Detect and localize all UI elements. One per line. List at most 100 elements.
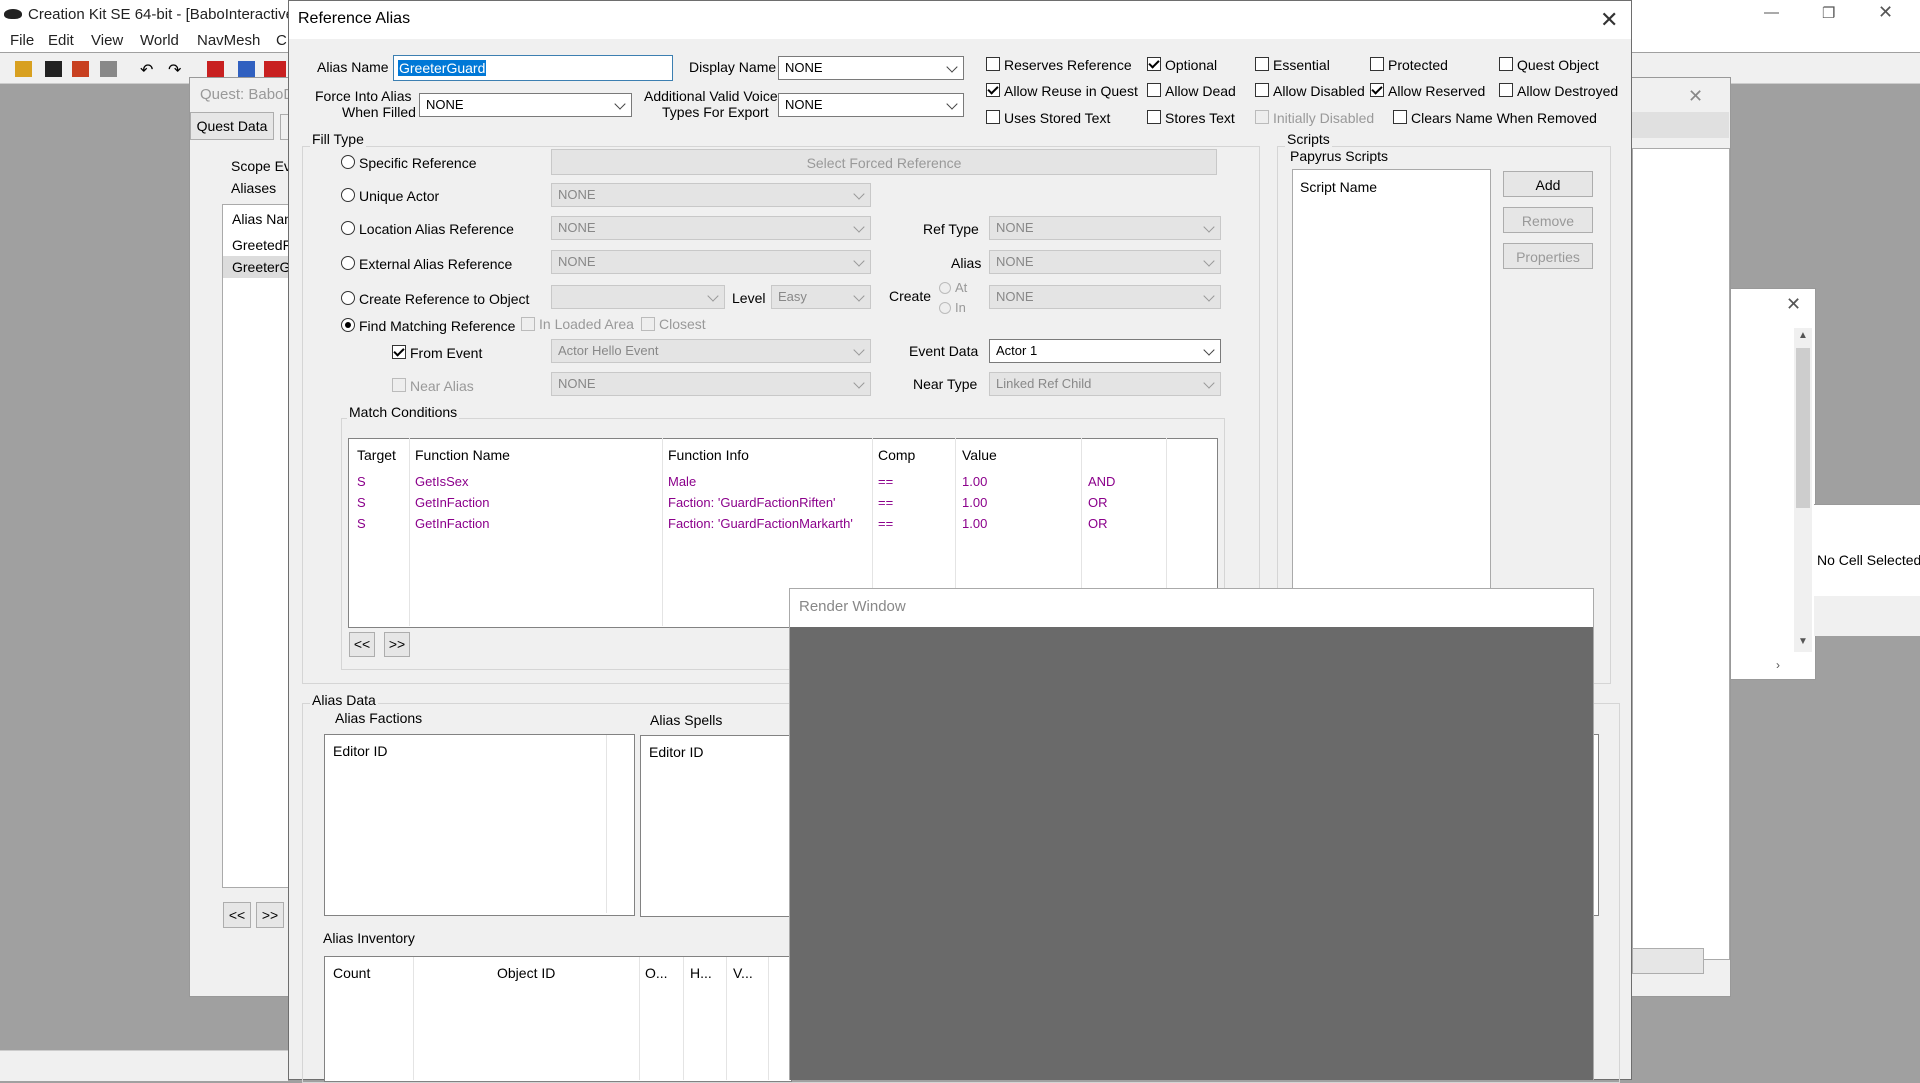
inventory-col-count[interactable]: Count bbox=[333, 965, 370, 981]
scroll-down-icon[interactable]: ▼ bbox=[1798, 636, 1808, 647]
menu-world[interactable]: World bbox=[140, 32, 179, 49]
external-alias-select[interactable]: NONE bbox=[551, 250, 871, 274]
create-at-radio[interactable] bbox=[939, 282, 951, 294]
event-data-select[interactable]: Actor 1 bbox=[989, 339, 1221, 363]
reserves-reference-checkbox[interactable] bbox=[986, 57, 1000, 71]
create-in-radio[interactable] bbox=[939, 302, 951, 314]
cond-function[interactable]: GetIsSex bbox=[415, 474, 468, 489]
display-name-select[interactable]: NONE bbox=[778, 56, 964, 80]
script-list[interactable] bbox=[1292, 169, 1491, 591]
open-icon[interactable] bbox=[15, 61, 32, 77]
essential-checkbox[interactable] bbox=[1255, 57, 1269, 71]
external-alias-radio[interactable] bbox=[341, 256, 355, 270]
redo-icon[interactable]: ↷ bbox=[168, 60, 181, 80]
alias-select[interactable]: NONE bbox=[989, 250, 1221, 274]
menu-more[interactable]: C bbox=[276, 32, 287, 49]
cond-info[interactable]: Faction: 'GuardFactionRiften' bbox=[668, 495, 836, 510]
alias-list[interactable] bbox=[222, 204, 290, 888]
quest-prev-button[interactable]: << bbox=[223, 902, 251, 928]
create-select[interactable]: NONE bbox=[989, 285, 1221, 309]
render-viewport[interactable] bbox=[790, 627, 1593, 1080]
initially-disabled-checkbox[interactable] bbox=[1255, 110, 1269, 124]
cond-comp[interactable]: == bbox=[878, 495, 893, 510]
near-type-select[interactable]: Linked Ref Child bbox=[989, 372, 1221, 396]
col-function-info[interactable]: Function Info bbox=[668, 447, 749, 463]
allow-disabled-checkbox[interactable] bbox=[1255, 83, 1269, 97]
uses-stored-text-checkbox[interactable] bbox=[986, 110, 1000, 124]
col-target[interactable]: Target bbox=[357, 447, 396, 463]
alias-factions-list[interactable] bbox=[324, 734, 635, 916]
script-properties-button[interactable]: Properties bbox=[1503, 243, 1593, 269]
alias-list-item[interactable]: GreeterG bbox=[232, 259, 290, 275]
level-select[interactable]: Easy bbox=[771, 285, 871, 309]
alias-spells-list[interactable] bbox=[640, 735, 792, 917]
find-matching-radio[interactable] bbox=[341, 318, 355, 332]
alias-list-item[interactable]: GreetedF bbox=[232, 237, 291, 253]
menu-edit[interactable]: Edit bbox=[48, 32, 74, 49]
menu-navmesh[interactable]: NavMesh bbox=[197, 32, 260, 49]
cond-target[interactable]: S bbox=[357, 474, 366, 489]
force-into-select[interactable]: NONE bbox=[419, 93, 632, 117]
remove-script-button[interactable]: Remove bbox=[1503, 207, 1593, 233]
select-forced-reference-button[interactable]: Select Forced Reference bbox=[551, 149, 1217, 175]
unique-actor-select[interactable]: NONE bbox=[551, 183, 871, 207]
quest-next-button[interactable]: >> bbox=[256, 902, 284, 928]
cond-comp[interactable]: == bbox=[878, 474, 893, 489]
restore-icon[interactable]: ❐ bbox=[1822, 4, 1835, 22]
allow-dead-checkbox[interactable] bbox=[1147, 83, 1161, 97]
alias-inventory-list[interactable] bbox=[324, 956, 792, 1082]
dialog-close-icon[interactable]: ✕ bbox=[1600, 7, 1618, 33]
col-value[interactable]: Value bbox=[962, 447, 997, 463]
location-alias-radio[interactable] bbox=[341, 221, 355, 235]
inventory-col-o[interactable]: O... bbox=[645, 965, 668, 981]
optional-checkbox[interactable] bbox=[1147, 57, 1161, 71]
from-event-checkbox[interactable] bbox=[392, 345, 406, 359]
allow-destroyed-checkbox[interactable] bbox=[1499, 83, 1513, 97]
preferences-icon[interactable] bbox=[100, 61, 117, 77]
protected-checkbox[interactable] bbox=[1370, 57, 1384, 71]
save-icon[interactable] bbox=[45, 61, 62, 77]
cond-value[interactable]: 1.00 bbox=[962, 474, 987, 489]
allow-reuse-checkbox[interactable] bbox=[986, 83, 1000, 97]
tool-blue-icon[interactable] bbox=[238, 61, 255, 77]
menu-file[interactable]: File bbox=[10, 32, 34, 49]
create-reference-radio[interactable] bbox=[341, 291, 355, 305]
cond-target[interactable]: S bbox=[357, 516, 366, 531]
clears-name-checkbox[interactable] bbox=[1393, 110, 1407, 124]
unique-actor-radio[interactable] bbox=[341, 188, 355, 202]
cond-function[interactable]: GetInFaction bbox=[415, 516, 489, 531]
inventory-col-object-id[interactable]: Object ID bbox=[497, 965, 555, 981]
closest-checkbox[interactable] bbox=[641, 317, 655, 331]
ref-type-select[interactable]: NONE bbox=[989, 216, 1221, 240]
alias-name-input[interactable]: GreeterGuard bbox=[393, 55, 673, 81]
additional-voice-select[interactable]: NONE bbox=[778, 93, 964, 117]
menu-view[interactable]: View bbox=[91, 32, 123, 49]
cond-op[interactable]: OR bbox=[1088, 495, 1108, 510]
quest-object-checkbox[interactable] bbox=[1499, 57, 1513, 71]
cond-value[interactable]: 1.00 bbox=[962, 495, 987, 510]
cond-function[interactable]: GetInFaction bbox=[415, 495, 489, 510]
near-alias-select[interactable]: NONE bbox=[551, 372, 871, 396]
scroll-up-icon[interactable]: ▲ bbox=[1798, 330, 1808, 341]
event-select[interactable]: Actor Hello Event bbox=[551, 339, 871, 363]
inventory-col-v[interactable]: V... bbox=[733, 965, 753, 981]
spells-col-editor-id[interactable]: Editor ID bbox=[649, 744, 703, 760]
inventory-col-h[interactable]: H... bbox=[690, 965, 712, 981]
add-script-button[interactable]: Add bbox=[1503, 171, 1593, 197]
close-app-icon[interactable]: ✕ bbox=[1878, 2, 1893, 23]
plugin-icon[interactable] bbox=[72, 61, 89, 77]
near-alias-checkbox[interactable] bbox=[392, 378, 406, 392]
cond-comp[interactable]: == bbox=[878, 516, 893, 531]
tab-quest-data[interactable]: Quest Data bbox=[190, 112, 274, 140]
location-alias-select[interactable]: NONE bbox=[551, 216, 871, 240]
create-object-select[interactable] bbox=[551, 285, 725, 309]
tool-red2-icon[interactable] bbox=[264, 61, 286, 77]
conditions-next-button[interactable]: >> bbox=[384, 632, 410, 657]
cond-target[interactable]: S bbox=[357, 495, 366, 510]
cond-op[interactable]: AND bbox=[1088, 474, 1115, 489]
allow-reserved-checkbox[interactable] bbox=[1370, 83, 1384, 97]
specific-reference-radio[interactable] bbox=[341, 155, 355, 169]
stores-text-checkbox[interactable] bbox=[1147, 110, 1161, 124]
quest-right-button[interactable] bbox=[1632, 948, 1704, 974]
factions-col-editor-id[interactable]: Editor ID bbox=[333, 743, 387, 759]
